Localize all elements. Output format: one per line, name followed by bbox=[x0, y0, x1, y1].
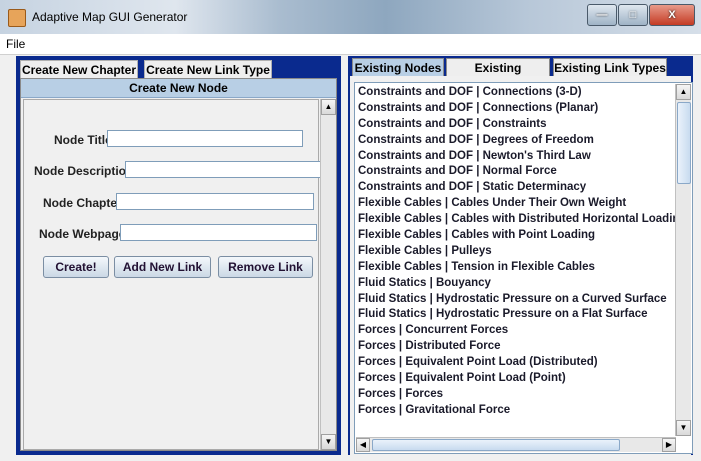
node-description-input[interactable] bbox=[125, 161, 321, 178]
scroll-up-arrow-icon[interactable]: ▲ bbox=[676, 84, 691, 100]
node-chapter-input[interactable] bbox=[116, 193, 314, 210]
window-titlebar: Adaptive Map GUI Generator — □ X bbox=[0, 0, 701, 35]
node-title-label: Node Title bbox=[54, 133, 112, 147]
list-item[interactable]: Forces | Equivalent Point Load (Point) bbox=[358, 371, 676, 387]
node-chapter-label: Node Chapter bbox=[43, 196, 122, 210]
tab-create-new-node[interactable]: Create New Node bbox=[21, 79, 336, 98]
menu-bar: File bbox=[0, 34, 701, 55]
node-list: Constraints and DOF | Connections (3-D) C… bbox=[358, 85, 686, 419]
scroll-left-arrow-icon[interactable]: ◀ bbox=[356, 438, 370, 452]
scroll-up-arrow-icon[interactable]: ▲ bbox=[321, 99, 336, 115]
close-button[interactable]: X bbox=[649, 4, 695, 26]
node-webpage-label: Node Webpage bbox=[39, 227, 126, 241]
list-item[interactable]: Constraints and DOF | Degrees of Freedom bbox=[358, 133, 676, 149]
list-vertical-scrollbar[interactable]: ▲ ▼ bbox=[675, 84, 691, 436]
list-item[interactable]: Constraints and DOF | Connections (3-D) bbox=[358, 85, 676, 101]
list-item[interactable]: Forces | Forces bbox=[358, 387, 676, 403]
list-item[interactable]: Fluid Statics | Hydrostatic Pressure on … bbox=[358, 307, 676, 323]
node-title-input[interactable] bbox=[107, 130, 303, 147]
scroll-down-arrow-icon[interactable]: ▼ bbox=[676, 420, 691, 436]
list-item[interactable]: Constraints and DOF | Normal Force bbox=[358, 164, 676, 180]
list-item[interactable]: Fluid Statics | Hydrostatic Pressure on … bbox=[358, 292, 676, 308]
list-item[interactable]: Constraints and DOF | Static Determinacy bbox=[358, 180, 676, 196]
list-item[interactable]: Fluid Statics | Bouyancy bbox=[358, 276, 676, 292]
list-item[interactable]: Forces | Distributed Force bbox=[358, 339, 676, 355]
add-new-link-button[interactable]: Add New Link bbox=[114, 256, 211, 278]
list-item[interactable]: Forces | Gravitational Force bbox=[358, 403, 676, 419]
tab-create-new-link-type[interactable]: Create New Link Type bbox=[144, 60, 272, 79]
list-item[interactable]: Forces | Equivalent Point Load (Distribu… bbox=[358, 355, 676, 371]
list-item[interactable]: Constraints and DOF | Connections (Plana… bbox=[358, 101, 676, 117]
window-title: Adaptive Map GUI Generator bbox=[32, 10, 188, 24]
vertical-scroll-thumb[interactable] bbox=[677, 102, 691, 184]
java-app-icon bbox=[8, 9, 26, 27]
left-vertical-scrollbar[interactable]: ▲ ▼ bbox=[320, 99, 336, 450]
remove-link-button[interactable]: Remove Link bbox=[218, 256, 313, 278]
tab-existing-chapters[interactable]: Existing Chapters bbox=[446, 58, 550, 93]
node-form: Node Title Node Description Node Chapter… bbox=[23, 99, 321, 450]
list-item[interactable]: Forces | Concurrent Forces bbox=[358, 323, 676, 339]
right-panel: Existing Nodes Existing Chapters Existin… bbox=[348, 56, 693, 455]
menu-file[interactable]: File bbox=[6, 37, 25, 51]
list-item[interactable]: Flexible Cables | Pulleys bbox=[358, 244, 676, 260]
tab-existing-nodes[interactable]: Existing Nodes bbox=[352, 58, 444, 76]
node-description-label: Node Description bbox=[34, 164, 134, 178]
minimize-button[interactable]: — bbox=[587, 4, 617, 26]
create-button[interactable]: Create! bbox=[43, 256, 109, 278]
list-horizontal-scrollbar[interactable]: ◀ ▶ bbox=[356, 437, 676, 452]
list-item[interactable]: Flexible Cables | Tension in Flexible Ca… bbox=[358, 260, 676, 276]
scroll-right-arrow-icon[interactable]: ▶ bbox=[662, 438, 676, 452]
left-panel: Create New Chapter Create New Link Type … bbox=[16, 56, 341, 455]
scroll-down-arrow-icon[interactable]: ▼ bbox=[321, 434, 336, 450]
list-item[interactable]: Constraints and DOF | Constraints bbox=[358, 117, 676, 133]
create-node-panel: Create New Node Node Title Node Descript… bbox=[20, 78, 337, 451]
node-webpage-input[interactable] bbox=[120, 224, 317, 241]
list-item[interactable]: Constraints and DOF | Newton's Third Law bbox=[358, 149, 676, 165]
window-controls: — □ X bbox=[586, 4, 695, 26]
list-item[interactable]: Flexible Cables | Cables with Distribute… bbox=[358, 212, 686, 228]
maximize-button[interactable]: □ bbox=[618, 4, 648, 26]
existing-nodes-list[interactable]: Constraints and DOF | Connections (3-D) C… bbox=[354, 82, 693, 454]
horizontal-scroll-thumb[interactable] bbox=[372, 439, 620, 451]
tab-create-new-chapter[interactable]: Create New Chapter bbox=[20, 60, 138, 79]
list-item[interactable]: Flexible Cables | Cables Under Their Own… bbox=[358, 196, 676, 212]
tab-existing-link-types[interactable]: Existing Link Types bbox=[553, 58, 667, 76]
list-item[interactable]: Flexible Cables | Cables with Point Load… bbox=[358, 228, 676, 244]
existing-nodes-panel: Constraints and DOF | Connections (3-D) C… bbox=[350, 76, 693, 455]
